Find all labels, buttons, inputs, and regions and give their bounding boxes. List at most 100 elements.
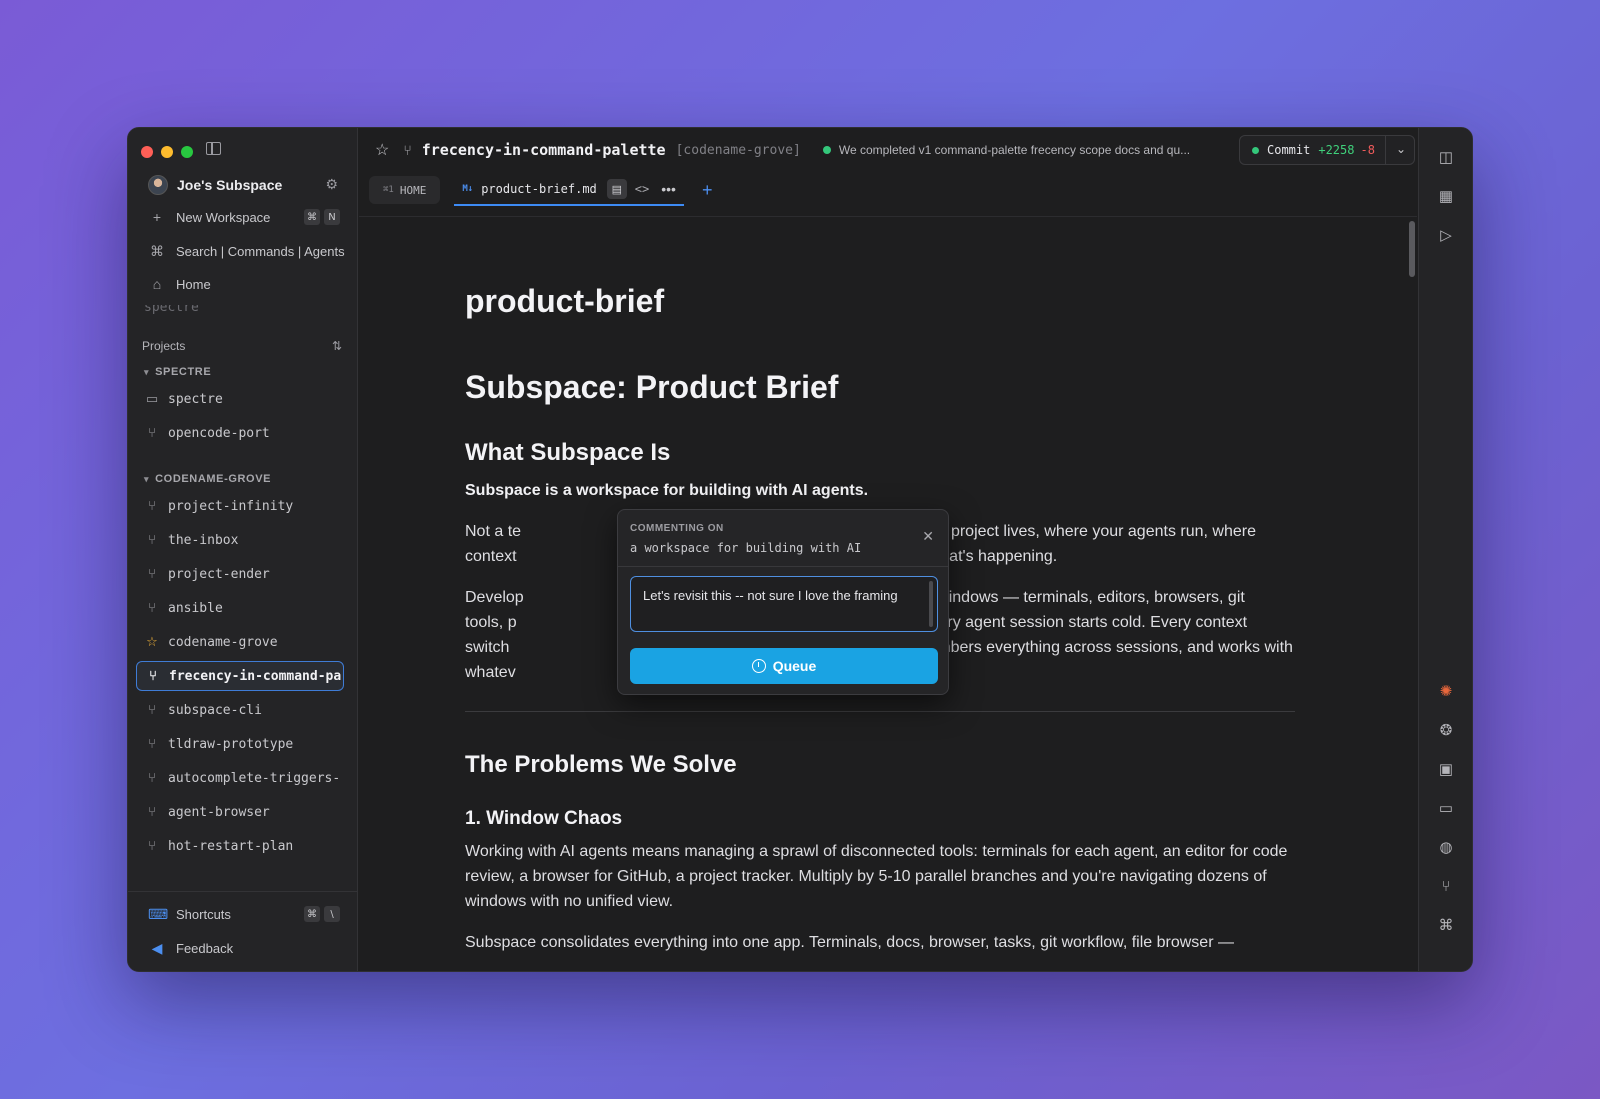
project-label: opencode-port [168, 425, 270, 441]
shortcut-key: ⌘ [304, 209, 320, 225]
plus-icon: + [152, 209, 162, 225]
project-item[interactable]: ⑂ agent-browser [136, 797, 344, 827]
project-label: codename-grove [168, 634, 278, 650]
lead-paragraph[interactable]: Subspace is a workspace for building wit… [465, 478, 1295, 503]
folder-icon[interactable]: ▭ [1436, 798, 1456, 818]
text-fragment: switch [465, 639, 510, 656]
group-label: SPECTRE [155, 366, 212, 378]
close-window-button[interactable] [141, 146, 153, 158]
group-codename-grove[interactable]: ▾ CODENAME-GROVE [144, 473, 271, 485]
divider [618, 566, 948, 567]
git-fork-icon[interactable]: ⑂ [1436, 876, 1456, 896]
shortcut-key: N [324, 209, 340, 225]
feedback-label: Feedback [176, 940, 234, 956]
close-icon[interactable]: ✕ [922, 528, 934, 545]
project-item[interactable]: ☆ codename-grove [136, 627, 344, 657]
section-heading: What Subspace Is [465, 439, 671, 466]
project-item[interactable]: ⑂ the-inbox [136, 525, 344, 555]
project-item[interactable]: ⑂ project-ender [136, 559, 344, 589]
shortcuts-button[interactable]: ⌨ Shortcuts ⌘ \ [148, 901, 348, 927]
chevron-down-icon: ▾ [144, 367, 150, 377]
workspace-switcher[interactable]: Joe's Subspace ⚙ [148, 173, 338, 197]
status-message[interactable]: We completed v1 command-palette frecency… [839, 143, 1190, 157]
terminal-icon[interactable]: ▣ [1436, 759, 1456, 779]
project-item[interactable]: ⑂ autocomplete-triggers- [136, 763, 344, 793]
branch-icon: ⑂ [403, 142, 412, 158]
markdown-icon: M↓ [462, 184, 474, 194]
branch-icon: ⑂ [148, 532, 156, 548]
claude-agent-icon[interactable]: ✺ [1436, 681, 1456, 701]
tab-home[interactable]: ⌘1 HOME [369, 176, 441, 204]
branch-icon: ⑂ [148, 838, 156, 854]
home-icon: ⌂ [152, 276, 162, 292]
branch-icon: ⑂ [148, 770, 156, 786]
tab-bar: ⌘1 HOME M↓ product-brief.md ▤ <> ••• + [359, 172, 1417, 208]
tab-label: HOME [399, 183, 427, 197]
tab-number: ⌘1 [383, 185, 394, 195]
branch-icon: ⑂ [148, 804, 156, 820]
avatar [148, 175, 168, 195]
sidebar-footer: ⌨ Shortcuts ⌘ \ ◀ Feedback [128, 891, 357, 971]
code-view-icon[interactable]: <> [635, 182, 649, 196]
project-item[interactable]: ⑂ ansible [136, 593, 344, 623]
project-label: autocomplete-triggers- [168, 770, 341, 786]
project-label: the-inbox [168, 532, 239, 548]
globe-icon[interactable]: ◍ [1436, 837, 1456, 857]
project-item[interactable]: ⑂ project-infinity [136, 491, 344, 521]
play-icon[interactable]: ▷ [1436, 225, 1456, 245]
branch-icon: ⑂ [148, 566, 156, 582]
openai-agent-icon[interactable]: ❂ [1436, 720, 1456, 740]
new-workspace-button[interactable]: + New Workspace ⌘ N [148, 204, 348, 230]
document-pane: product-brief Subspace: Product Brief Wh… [359, 216, 1417, 971]
project-item-active[interactable]: ⑂ frecency-in-command-pa [136, 661, 344, 691]
command-icon[interactable]: ⌘ [1436, 915, 1456, 935]
branch-icon: ⑂ [148, 425, 156, 441]
maximize-window-button[interactable] [181, 146, 193, 158]
search-commands-button[interactable]: ⌘ Search | Commands | Agents [148, 238, 348, 264]
comment-input[interactable]: Let's revisit this -- not sure I love th… [630, 576, 938, 632]
shortcut-key: \ [324, 906, 340, 922]
paragraph: Working with AI agents means managing a … [465, 843, 1288, 910]
queue-button[interactable]: Queue [630, 648, 938, 684]
title-bar: ☆ ⑂ frecency-in-command-palette [codenam… [359, 128, 1417, 172]
group-spectre[interactable]: ▾ SPECTRE [144, 366, 211, 378]
tab-product-brief[interactable]: M↓ product-brief.md ▤ <> ••• [454, 174, 684, 206]
section-heading: The Problems We Solve [465, 751, 737, 778]
tab-label: product-brief.md [481, 182, 597, 196]
project-label: project-infinity [168, 498, 294, 514]
clock-icon [751, 659, 766, 673]
chevron-down-icon[interactable]: ⌄ [1396, 142, 1406, 156]
app-window: Joe's Subspace ⚙ + New Workspace ⌘ N ⌘ S… [127, 127, 1473, 972]
commented-text: a workspace for building with AI [630, 541, 862, 555]
branch-title: frecency-in-command-palette [421, 141, 666, 159]
scrollbar[interactable] [1409, 221, 1415, 277]
more-options-icon[interactable]: ••• [661, 181, 676, 197]
sidebar-toggle-icon[interactable] [206, 142, 221, 155]
text-fragment: tools, p [465, 614, 517, 631]
codename-tag: [codename-grove] [675, 142, 801, 158]
tasks-icon[interactable]: ▦ [1436, 186, 1456, 206]
star-icon[interactable]: ☆ [375, 140, 389, 160]
project-item[interactable]: ⑂ hot-restart-plan [136, 831, 344, 861]
new-tab-button[interactable]: + [702, 180, 713, 201]
sidebar-item-home[interactable]: ⌂ Home [148, 271, 348, 297]
feedback-button[interactable]: ◀ Feedback [148, 935, 348, 961]
document-view-icon[interactable]: ▤ [606, 179, 627, 199]
home-label: Home [176, 276, 211, 292]
workspace-name: Joe's Subspace [177, 177, 283, 193]
projects-label: Projects [142, 339, 186, 353]
divider [465, 711, 1295, 712]
project-item[interactable]: ⑂ opencode-port [136, 418, 344, 448]
sort-icon[interactable]: ⇅ [332, 339, 342, 353]
commenting-on-label: COMMENTING ON [630, 523, 724, 534]
commit-status-dot [1252, 146, 1259, 154]
project-item[interactable]: ⑂ subspace-cli [136, 695, 344, 725]
project-item[interactable]: ▭ spectre [136, 384, 344, 414]
gear-icon[interactable]: ⚙ [325, 176, 338, 193]
commit-button[interactable]: Commit +2258 -8 ⌄ [1239, 135, 1415, 165]
split-panel-icon[interactable]: ◫ [1436, 147, 1456, 167]
project-item[interactable]: ⑂ tldraw-prototype [136, 729, 344, 759]
minimize-window-button[interactable] [161, 146, 173, 158]
search-label: Search | Commands | Agents [176, 243, 345, 259]
project-label: ansible [168, 600, 223, 616]
